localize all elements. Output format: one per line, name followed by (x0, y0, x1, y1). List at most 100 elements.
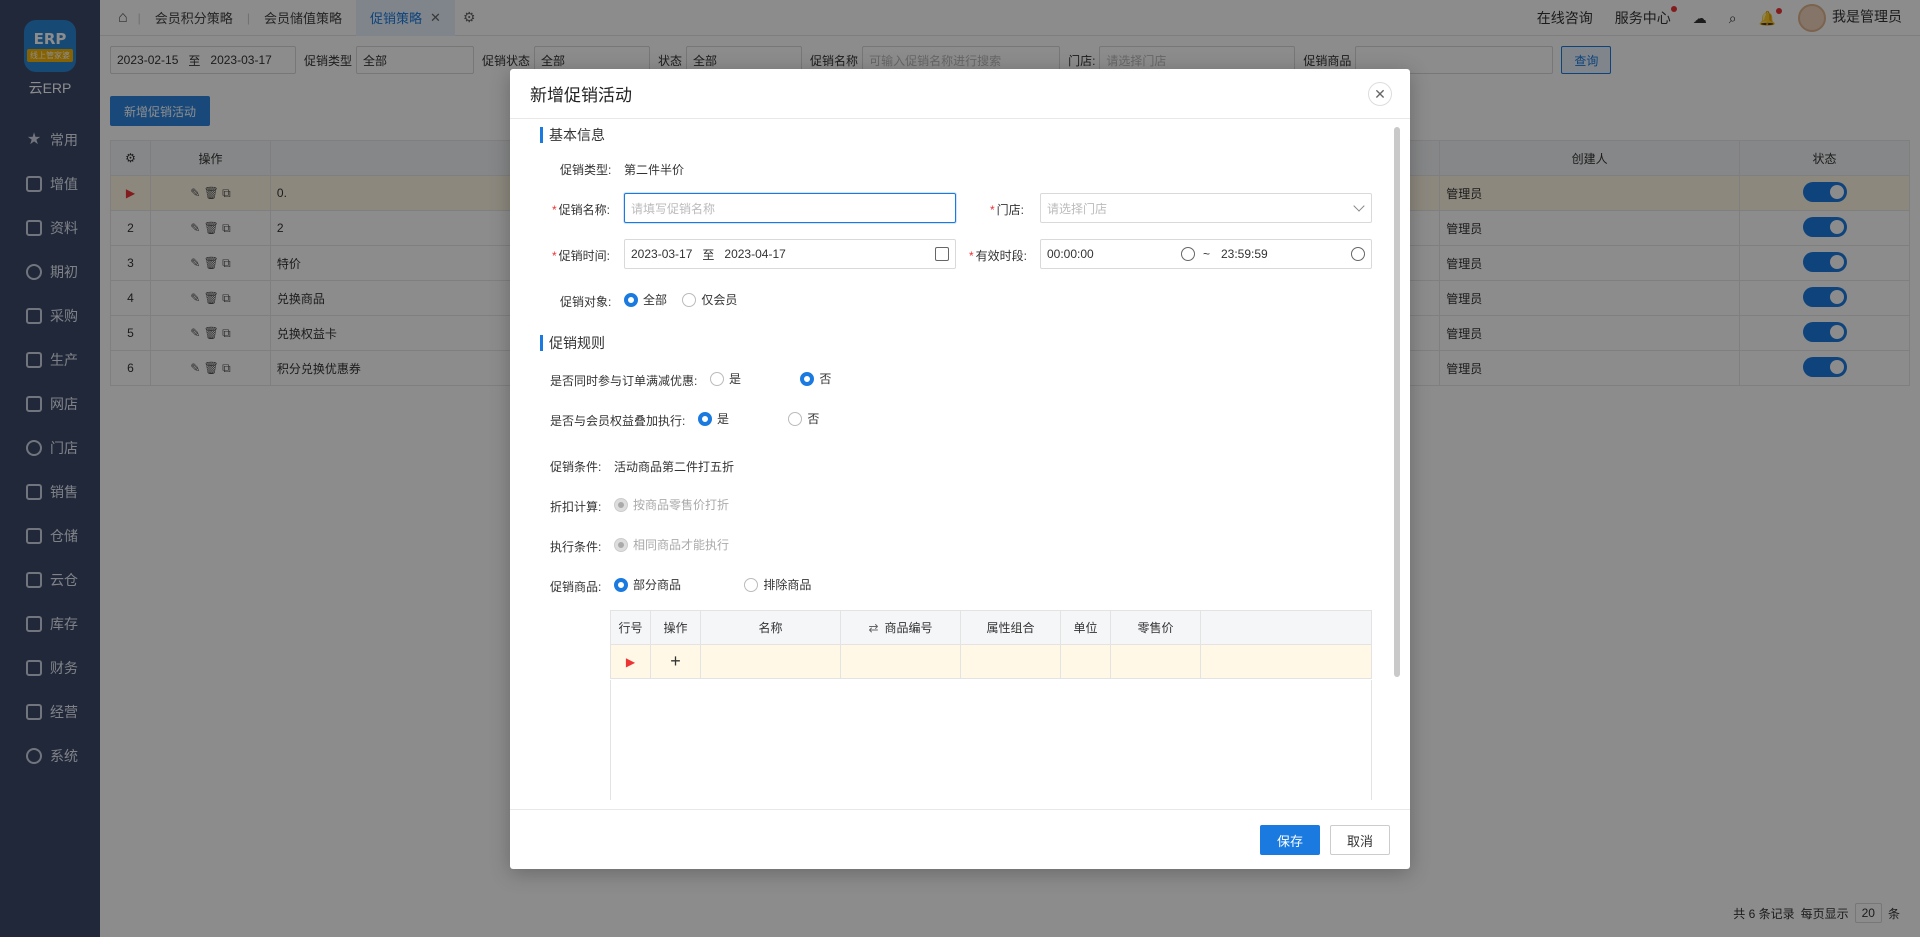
grid-cell[interactable] (1110, 644, 1201, 679)
valid-period-range[interactable]: 00:00:00 ~ 23:59:59 (1040, 239, 1372, 269)
grid-cell (1200, 644, 1372, 679)
goods-grid-body (610, 680, 1372, 800)
store-label: * 门店: (990, 201, 1024, 218)
discount-option: 按商品零售价打折 (614, 496, 729, 513)
goods-part-radio[interactable]: 部分商品 (614, 576, 681, 593)
grid-cell[interactable] (960, 644, 1061, 679)
radio-label: 是 (729, 372, 742, 386)
grid-header-code[interactable]: ⇄ 商品编号 (840, 610, 961, 645)
dialog-body: 基本信息 促销类型: 第二件半价 * 促销名称: 请填写促销名称 * 门店: 请选择… (510, 119, 1410, 809)
new-promotion-dialog: 新增促销活动 ✕ 基本信息 促销类型: 第二件半价 * 促销名称: 请填写促销名称… (510, 69, 1410, 869)
clock-icon[interactable] (1181, 247, 1195, 261)
store-select[interactable]: 请选择门店 (1040, 193, 1372, 223)
radio-disabled-icon (614, 497, 628, 512)
radio-checked-icon (624, 292, 638, 307)
grid-cell[interactable] (700, 644, 841, 679)
goods-grid: 行号 操作 名称 ⇄ 商品编号 属性组合 单位 零售价 ▶ + (610, 610, 1372, 679)
calendar-icon[interactable] (935, 247, 949, 261)
required-mark: * (990, 203, 995, 217)
grid-header-label: 商品编号 (884, 621, 933, 635)
period-to: 23:59:59 (1221, 247, 1268, 261)
close-icon[interactable]: ✕ (1368, 82, 1392, 106)
period-from: 00:00:00 (1047, 247, 1094, 261)
promotion-name-input[interactable]: 请填写促销名称 (624, 193, 956, 223)
discount-label: 折扣计算: (550, 500, 602, 514)
exec-label: 执行条件: (550, 540, 602, 554)
add-row-icon[interactable]: + (650, 644, 701, 679)
radio-checked-icon (698, 411, 712, 426)
radio-label: 按商品零售价打折 (633, 498, 730, 512)
grid-header: 属性组合 (960, 610, 1061, 645)
clock-icon[interactable] (1351, 247, 1365, 261)
exec-option: 相同商品才能执行 (614, 536, 729, 553)
required-mark: * (552, 203, 557, 217)
required-mark: * (969, 249, 974, 263)
condition-value: 活动商品第二件打五折 (614, 460, 735, 474)
radio-icon (682, 292, 697, 307)
rule1-label: 是否同时参与订单满减优惠: (550, 374, 698, 388)
rule2-label: 是否与会员权益叠加执行: (550, 414, 686, 428)
period-sep: ~ (1203, 247, 1211, 261)
promotion-date-range[interactable]: 2023-03-17 至 2023-04-17 (624, 239, 956, 269)
rules-title: 促销规则 (540, 335, 605, 351)
time-to: 2023-04-17 (724, 247, 786, 261)
time-label-text: 促销时间: (558, 249, 611, 263)
grid-header-empty (1200, 610, 1372, 645)
goods-radio-group: 部分商品 排除商品 (614, 576, 811, 595)
rule2-no-radio[interactable]: 否 (788, 410, 819, 427)
scrollbar[interactable] (1394, 127, 1400, 677)
radio-label: 排除商品 (763, 578, 812, 592)
radio-disabled-icon (614, 537, 628, 552)
rule2-radio-group: 是 否 (698, 410, 819, 429)
grid-header: 零售价 (1110, 610, 1201, 645)
radio-label: 相同商品才能执行 (633, 538, 730, 552)
radio-label: 否 (807, 412, 820, 426)
goods-label: 促销商品: (550, 580, 602, 594)
radio-label: 全部 (643, 293, 668, 307)
store-placeholder: 请选择门店 (1047, 201, 1108, 216)
sort-icon[interactable]: ⇄ (868, 621, 878, 635)
name-label-text: 促销名称: (558, 203, 611, 217)
goods-exclude-radio[interactable]: 排除商品 (744, 576, 811, 593)
time-from: 2023-03-17 (631, 247, 693, 261)
required-mark: * (552, 249, 557, 263)
grid-header: 单位 (1060, 610, 1111, 645)
period-label-text: 有效时段: (975, 249, 1028, 263)
rule1-yes-radio[interactable]: 是 (710, 370, 741, 387)
radio-checked-icon (614, 577, 628, 592)
row-marker-icon: ▶ (610, 644, 651, 679)
target-label: 促销对象: (560, 295, 612, 309)
grid-header: 行号 (610, 610, 651, 645)
chevron-down-icon (1353, 200, 1365, 212)
save-button[interactable]: 保存 (1260, 825, 1320, 855)
radio-icon (788, 411, 803, 426)
store-label-text: 门店: (996, 203, 1025, 217)
radio-checked-icon (800, 371, 815, 386)
period-label: * 有效时段: (969, 247, 1027, 264)
grid-row[interactable]: ▶ + (610, 644, 1372, 679)
name-placeholder: 请填写促销名称 (631, 201, 716, 216)
rule1-radio-group: 是 否 (710, 370, 831, 389)
time-sep: 至 (702, 247, 715, 262)
time-label: * 促销时间: (552, 247, 610, 264)
rule1-no-radio[interactable]: 否 (800, 370, 831, 387)
type-label: 促销类型: (560, 163, 612, 177)
basic-info-title: 基本信息 (540, 127, 605, 143)
target-all-radio[interactable]: 全部 (624, 291, 667, 308)
exec-radio: 相同商品才能执行 (614, 536, 729, 555)
radio-label: 仅会员 (701, 293, 738, 307)
radio-label: 否 (819, 372, 832, 386)
discount-radio: 按商品零售价打折 (614, 496, 729, 515)
grid-cell[interactable] (840, 644, 961, 679)
radio-label: 部分商品 (633, 578, 682, 592)
cancel-button[interactable]: 取消 (1330, 825, 1390, 855)
target-member-radio[interactable]: 仅会员 (682, 291, 737, 308)
type-value: 第二件半价 (624, 163, 685, 177)
grid-cell[interactable] (1060, 644, 1111, 679)
dialog-footer: 保存 取消 (510, 809, 1410, 869)
grid-header: 名称 (700, 610, 841, 645)
radio-label: 是 (717, 412, 730, 426)
target-radio-group: 全部 仅会员 (624, 291, 737, 310)
rule2-yes-radio[interactable]: 是 (698, 410, 729, 427)
dialog-title: 新增促销活动 (510, 69, 1410, 119)
